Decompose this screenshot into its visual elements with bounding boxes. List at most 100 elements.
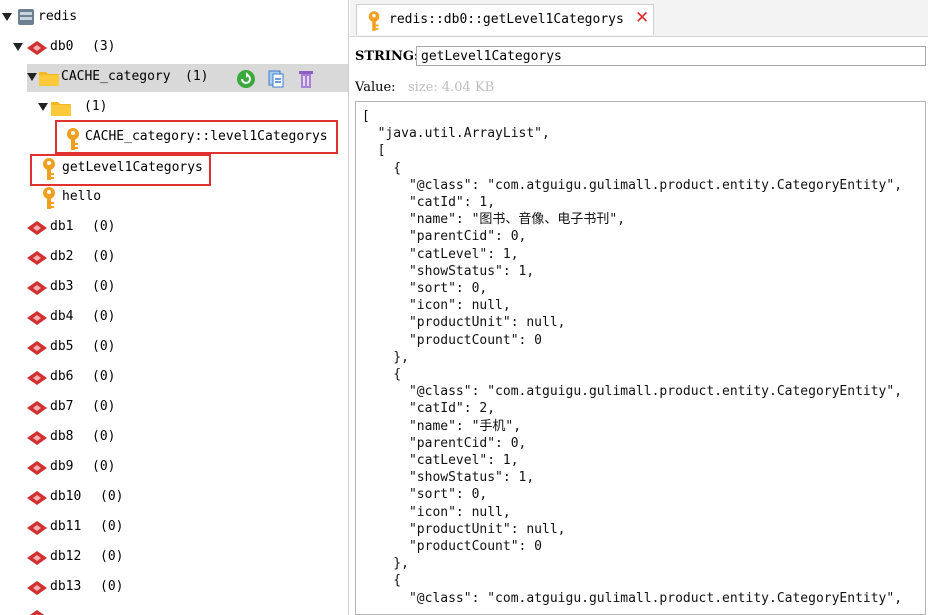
redis-db-icon (27, 491, 47, 505)
value-line: "java.util.ArrayList", (362, 126, 550, 142)
tree-label-level1-key: CACHE_category::level1Categorys (85, 129, 328, 144)
redis-db-icon (27, 551, 47, 565)
tree-row-redis[interactable]: redis (0, 4, 348, 32)
redis-db-icon (27, 221, 47, 235)
tree-row-getlevel-key[interactable]: getLevel1Categorys (0, 155, 348, 183)
tree-label-db: db11 (50, 519, 82, 534)
tree-label-redis: redis (38, 9, 78, 24)
redis-db-icon (27, 581, 47, 595)
folder-icon (51, 102, 71, 116)
value-line: "@class": "com.atguigu.gulimall.product.… (362, 384, 903, 400)
tree-label-db: db12 (50, 549, 82, 564)
tree-row-cache-category[interactable]: CACHE_category (1) (27, 64, 348, 92)
redis-db-icon (27, 461, 47, 475)
value-line: { (362, 573, 402, 589)
tree-row-db[interactable]: db10 (0) (0, 484, 348, 512)
value-line: "parentCid": 0, (362, 435, 527, 451)
tree-label-db: db4 (50, 309, 74, 324)
expand-arrow-icon[interactable] (38, 103, 48, 111)
redis-db-icon (29, 610, 45, 615)
tab-getlevel1categorys[interactable]: redis::db0::getLevel1Categorys ✕ (356, 4, 654, 35)
value-label: Value: (355, 80, 396, 95)
redis-db-icon (27, 41, 47, 55)
tree-label-db0: db0 (50, 39, 74, 54)
tree-row-db[interactable]: db6 (0) (0, 364, 348, 392)
key-icon (368, 11, 380, 31)
tree-label-db: db3 (50, 279, 74, 294)
tree-count-db: (0) (92, 309, 116, 324)
delete-icon[interactable] (297, 69, 315, 89)
tree-row-db[interactable]: db13 (0) (0, 574, 348, 602)
tab-title: redis::db0::getLevel1Categorys (389, 12, 624, 27)
tree-row-db[interactable]: db9 (0) (0, 454, 348, 482)
value-line: "productUnit": null, (362, 315, 566, 331)
tree-row-db[interactable]: db1 (0) (0, 214, 348, 242)
value-line: [ (362, 143, 386, 159)
value-line: "productUnit": null, (362, 521, 566, 537)
value-line: "icon": null, (362, 504, 511, 520)
redis-db-icon (27, 521, 47, 535)
expand-arrow-icon[interactable] (2, 13, 12, 21)
key-name-field[interactable]: getLevel1Categorys (416, 46, 926, 66)
tree-row-db[interactable]: db2 (0) (0, 244, 348, 272)
value-line: "catLevel": 1, (362, 453, 519, 469)
reload-icon[interactable] (236, 69, 256, 89)
key-icon (67, 128, 79, 150)
key-type-label: STRING: (355, 49, 419, 64)
value-line: "productCount": 0 (362, 539, 543, 555)
tree-count-db: (0) (92, 459, 116, 474)
tree-row-hello-key[interactable]: hello (0, 184, 348, 212)
value-size-text: size: 4.04 KB (408, 80, 495, 95)
value-line: "showStatus": 1, (362, 470, 535, 486)
value-line: "catLevel": 1, (362, 246, 519, 262)
tree-row-level1-key[interactable]: CACHE_category::level1Categorys (0, 124, 348, 152)
value-line: "name": "图书、音像、电子书刊", (362, 212, 626, 228)
value-line: "sort": 0, (362, 281, 488, 297)
key-viewer-pane: redis::db0::getLevel1Categorys ✕ STRING:… (350, 0, 928, 615)
tree-label-db: db8 (50, 429, 74, 444)
tree-count-db: (0) (100, 549, 124, 564)
tree-count-db: (0) (92, 249, 116, 264)
tree-row-db0[interactable]: db0 (3) (0, 34, 348, 62)
tree-count-db: (0) (100, 579, 124, 594)
tab-bar: redis::db0::getLevel1Categorys ✕ (350, 0, 928, 37)
tree-row-subfolder[interactable]: (1) (0, 94, 348, 122)
tree-row-db[interactable]: db3 (0) (0, 274, 348, 302)
tree-label-getlevel-key: getLevel1Categorys (62, 160, 203, 175)
value-line: "catId": 2, (362, 401, 496, 417)
value-line: "productCount": 0 (362, 332, 543, 348)
value-text-area[interactable]: [ "java.util.ArrayList", [ { "@class": "… (355, 101, 926, 615)
tree-count-db: (0) (92, 369, 116, 384)
value-line: "parentCid": 0, (362, 229, 527, 245)
redis-db-icon (27, 431, 47, 445)
tree-count-db: (0) (92, 399, 116, 414)
expand-arrow-icon[interactable] (27, 73, 37, 81)
tree-count-db: (0) (100, 519, 124, 534)
redis-db-icon (27, 401, 47, 415)
key-icon (43, 158, 55, 180)
copy-icon[interactable] (266, 69, 286, 89)
tree-row-db[interactable]: db4 (0) (0, 304, 348, 332)
value-line: "@class": "com.atguigu.gulimall.product.… (362, 590, 903, 606)
tree-row-db-partial[interactable] (0, 603, 348, 615)
value-line: [ (362, 109, 370, 124)
folder-icon (39, 72, 59, 86)
tree-row-db[interactable]: db7 (0) (0, 394, 348, 422)
value-line: }, (362, 349, 409, 365)
tree-row-db[interactable]: db8 (0) (0, 424, 348, 452)
tree-label-hello-key: hello (62, 189, 102, 204)
redis-db-icon (27, 251, 47, 265)
tree-row-db[interactable]: db12 (0) (0, 544, 348, 572)
redis-db-icon (27, 341, 47, 355)
value-line: { (362, 367, 402, 383)
redis-db-icon (27, 311, 47, 325)
tree-row-db[interactable]: db11 (0) (0, 514, 348, 542)
tree-row-db[interactable]: db5 (0) (0, 334, 348, 362)
key-icon (43, 187, 55, 209)
tree-label-db: db2 (50, 249, 74, 264)
tree-label-db: db6 (50, 369, 74, 384)
tree-count-subfolder: (1) (84, 99, 108, 114)
value-line: "name": "手机", (362, 418, 522, 434)
expand-arrow-icon[interactable] (13, 43, 23, 51)
close-icon[interactable]: ✕ (635, 8, 649, 28)
